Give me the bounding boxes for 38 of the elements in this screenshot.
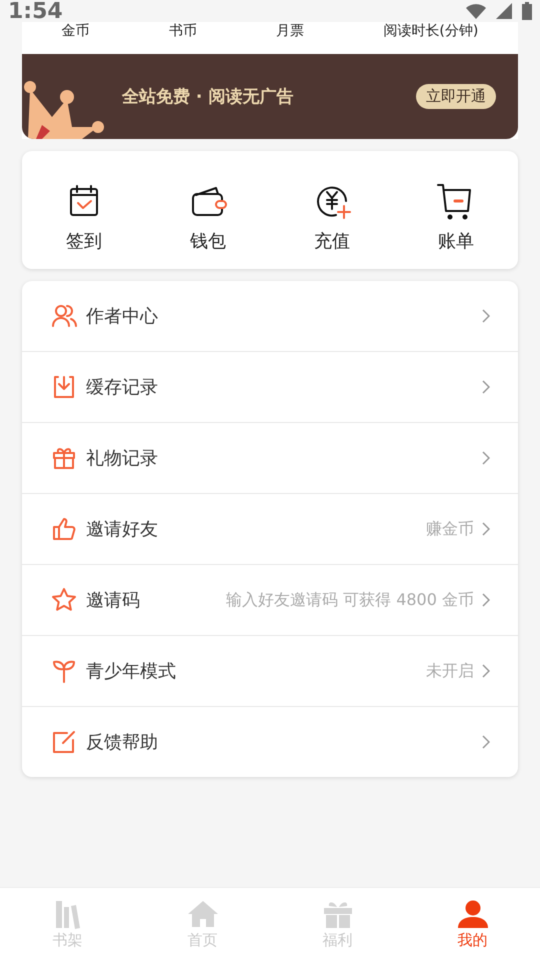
quick-action-button[interactable]: 签到 — [39, 181, 129, 253]
activate-button[interactable]: 立即开通 — [416, 84, 496, 109]
banner-text: 全站免费 · 阅读无广告 — [122, 86, 294, 108]
stat-label: 月票 — [276, 22, 304, 40]
chevron-right-icon — [482, 664, 490, 678]
menu-item[interactable]: 作者中心 — [86, 304, 474, 328]
menu-hint: 未开启 — [426, 660, 474, 682]
battery-icon — [522, 2, 532, 20]
menu-item[interactable]: 邀请码 — [86, 588, 218, 612]
menu-hint: 赚金币 — [426, 518, 474, 540]
menu-item[interactable]: 礼物记录 — [86, 446, 474, 470]
thumbs-up-icon — [50, 515, 78, 543]
chevron-right-icon — [482, 451, 490, 465]
menu-item[interactable]: 邀请好友 — [86, 517, 418, 541]
status-time: 1:54 — [8, 0, 63, 24]
chevron-right-icon — [482, 309, 490, 323]
quick-action-button[interactable]: 钱包 — [163, 181, 253, 253]
menu-item[interactable]: 缓存记录 — [86, 375, 474, 399]
chevron-right-icon — [482, 522, 490, 536]
home-icon — [186, 898, 220, 928]
vip-banner[interactable]: 全站免费 · 阅读无广告 立即开通 — [22, 54, 518, 139]
stat-label: 书币 — [168, 22, 197, 40]
nav-tab[interactable]: 我的 — [405, 888, 540, 960]
people-icon — [50, 302, 78, 330]
chevron-right-icon — [482, 380, 490, 394]
edit-icon — [50, 728, 78, 756]
signal-icon — [496, 3, 512, 19]
person-icon — [456, 898, 490, 928]
chevron-right-icon — [482, 593, 490, 607]
stat-label: 阅读时长(分钟) — [383, 22, 478, 40]
menu-item[interactable]: 青少年模式 — [86, 659, 418, 683]
stat-label: 金币 — [62, 22, 90, 40]
menu-hint: 输入好友邀请码 可获得 4800 金币 — [226, 590, 474, 610]
wifi-icon — [466, 3, 486, 19]
chevron-right-icon — [482, 735, 490, 749]
quick-action-button[interactable]: 账单 — [411, 181, 501, 253]
quick-action-button[interactable]: 充值 — [287, 181, 377, 253]
menu-item[interactable]: 反馈帮助 — [86, 730, 474, 754]
